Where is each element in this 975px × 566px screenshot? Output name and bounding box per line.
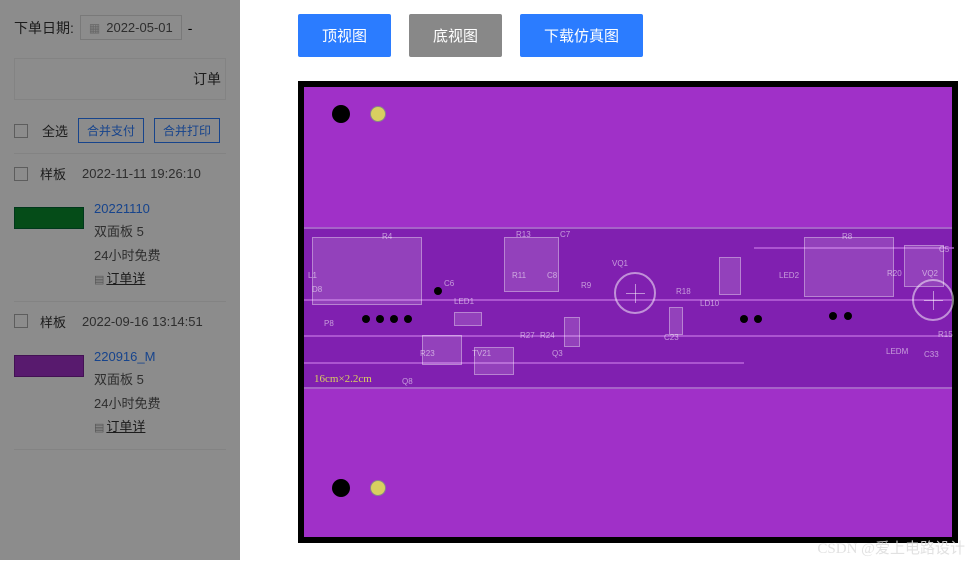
ref-des: VQ2 xyxy=(922,269,938,278)
ref-des: C7 xyxy=(560,230,570,239)
ref-des: LED1 xyxy=(454,297,474,306)
via xyxy=(754,315,762,323)
via xyxy=(829,312,837,320)
top-view-button[interactable]: 顶视图 xyxy=(298,14,391,57)
ref-des: R27 xyxy=(520,331,535,340)
via xyxy=(404,315,412,323)
ref-des: R9 xyxy=(581,281,591,290)
mounting-hole xyxy=(332,479,350,497)
component-ic xyxy=(312,237,422,305)
ref-des: C8 xyxy=(547,271,557,280)
watermark: CSDN @爱上电路设计 xyxy=(817,537,965,558)
ref-des: R11 xyxy=(512,271,526,280)
mounting-hole xyxy=(370,106,386,122)
via xyxy=(434,287,442,295)
board-dimension: 16cm×2.2cm xyxy=(314,373,372,385)
ref-des: LD10 xyxy=(700,299,719,308)
ref-des: R15 xyxy=(938,330,953,339)
mounting-hole xyxy=(370,480,386,496)
ref-des: C23 xyxy=(664,333,679,342)
ref-des: LEDM xyxy=(886,347,908,356)
ref-des: Q3 xyxy=(552,349,563,358)
mounting-hole xyxy=(332,105,350,123)
ref-des: R13 xyxy=(516,230,531,239)
download-sim-button[interactable]: 下载仿真图 xyxy=(520,14,643,57)
component-pad xyxy=(564,317,580,347)
ref-des: D8 xyxy=(312,285,322,294)
ref-des: R4 xyxy=(382,232,392,241)
ref-des: R18 xyxy=(676,287,691,296)
ref-des: C5 xyxy=(939,245,949,254)
view-buttons: 顶视图 底视图 下载仿真图 xyxy=(298,14,958,57)
ref-des: R20 xyxy=(887,269,902,278)
component-pad xyxy=(719,257,741,295)
ref-des: R23 xyxy=(420,349,435,358)
modal-backdrop xyxy=(0,0,240,560)
trace xyxy=(304,335,952,337)
ref-des: VQ1 xyxy=(612,259,628,268)
ref-des: C33 xyxy=(924,350,939,359)
via xyxy=(390,315,398,323)
ref-des: L1 xyxy=(308,271,317,280)
ref-des: R8 xyxy=(842,232,852,241)
capacitor-icon xyxy=(614,272,656,314)
ref-des: C6 xyxy=(444,279,454,288)
pcb-viewer[interactable]: R4 R8 R13 C7 R11 C8 LED1 LED2 R20 VQ2 C5… xyxy=(298,81,958,543)
via xyxy=(362,315,370,323)
via xyxy=(844,312,852,320)
trace xyxy=(304,362,744,364)
component-pad xyxy=(454,312,482,326)
ref-des: TV21 xyxy=(472,349,491,358)
via xyxy=(376,315,384,323)
ref-des: Q8 xyxy=(402,377,413,386)
component-ic xyxy=(804,237,894,297)
capacitor-icon xyxy=(912,279,954,321)
ref-des: LED2 xyxy=(779,271,799,280)
pcb-board: R4 R8 R13 C7 R11 C8 LED1 LED2 R20 VQ2 C5… xyxy=(304,87,952,537)
component-pad xyxy=(669,307,683,335)
component-pad xyxy=(504,237,559,292)
via xyxy=(740,315,748,323)
ref-des: P8 xyxy=(324,319,334,328)
bottom-view-button[interactable]: 底视图 xyxy=(409,14,502,57)
ref-des: R24 xyxy=(540,331,555,340)
main-content: 顶视图 底视图 下载仿真图 xyxy=(298,14,958,543)
